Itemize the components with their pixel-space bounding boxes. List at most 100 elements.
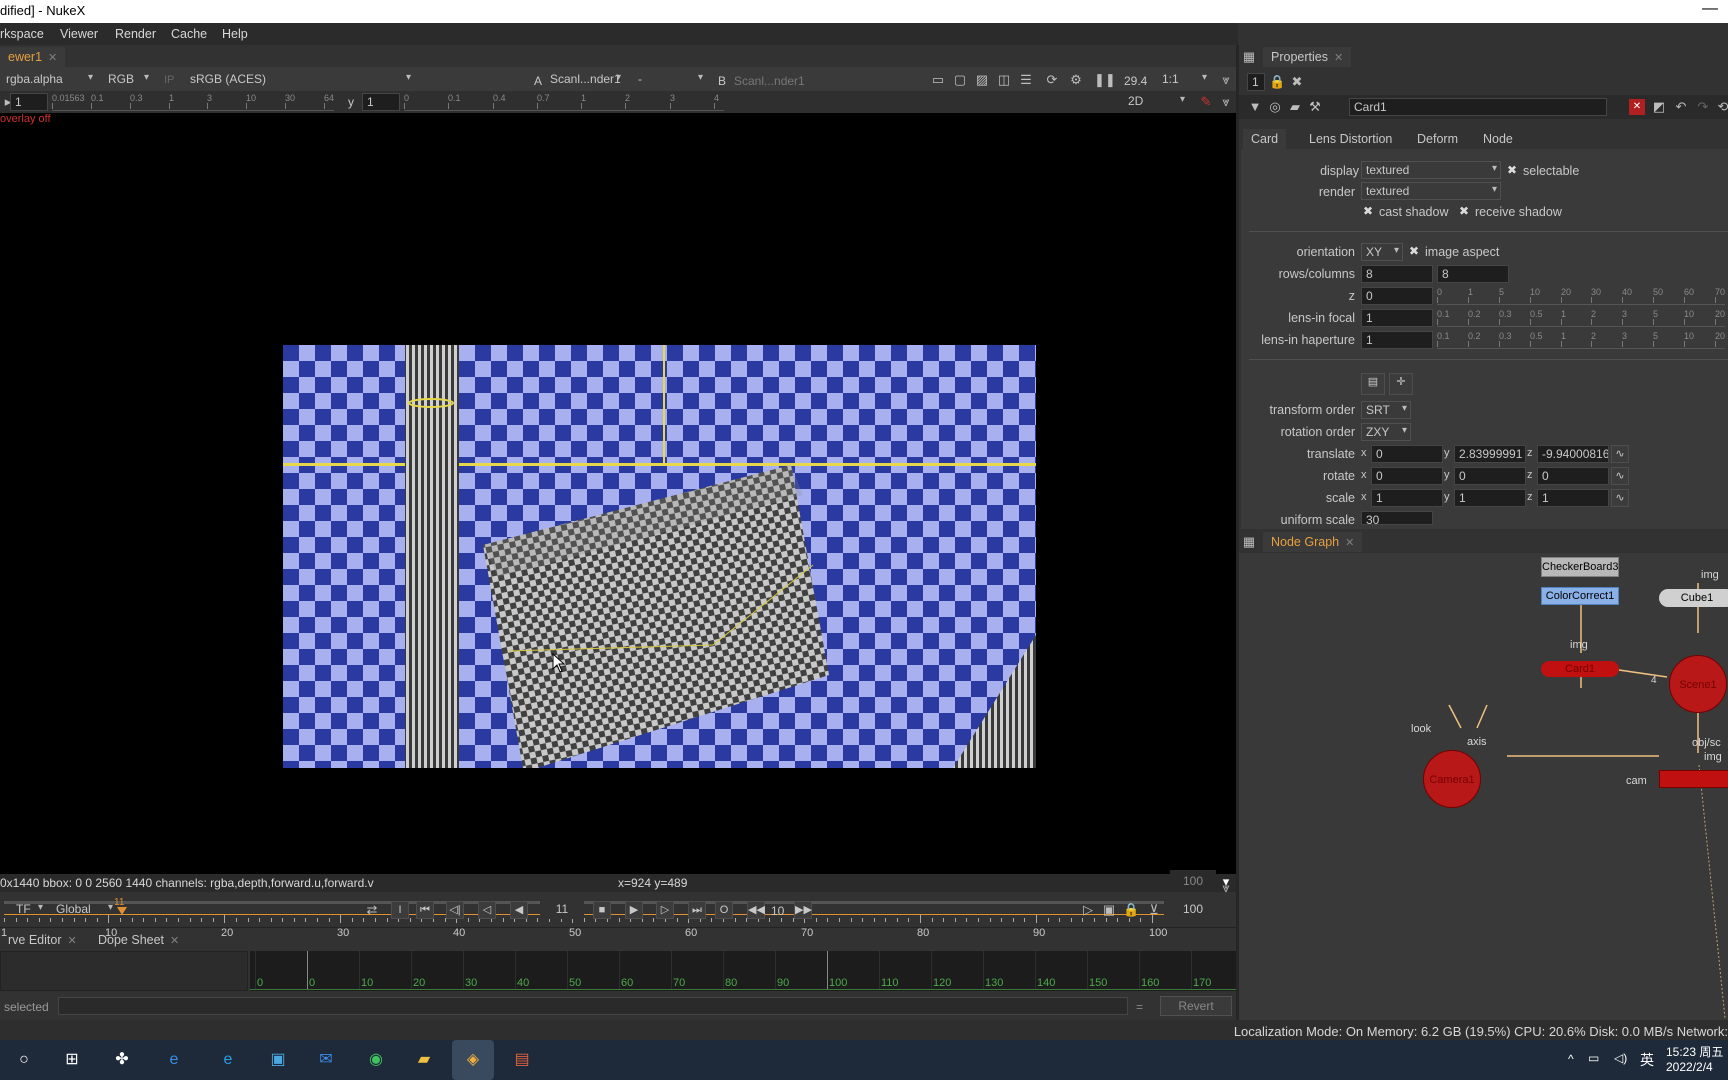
node-scene[interactable]: Scene1	[1669, 655, 1727, 713]
revert-button[interactable]: Revert	[1160, 996, 1232, 1016]
end-frame-top[interactable]: 100	[1170, 870, 1216, 892]
tab-dope-sheet[interactable]: Dope Sheet ✕	[90, 930, 187, 950]
dope-sheet-ruler[interactable]: 0 0 10 20 30 40 50 60 70 80 90 100 110 120 130 140 150 16…	[250, 951, 1236, 991]
tray-chevron-icon[interactable]: ^	[1568, 1052, 1574, 1066]
step-forward-icon[interactable]: ▷	[656, 901, 674, 919]
minimize-button[interactable]: —	[1702, 0, 1718, 18]
skip-forward-icon[interactable]: ▶▶	[794, 901, 812, 919]
clock-date[interactable]: 2022/2/4	[1666, 1060, 1713, 1074]
close-panel-icon[interactable]: ✕	[1629, 99, 1645, 115]
gain-field[interactable]: 1	[10, 93, 48, 111]
gain-slider[interactable]: 0.01563 0.1 0.3 1 3 10 30 64	[52, 93, 334, 111]
viewer-canvas[interactable]: overlay off	[0, 113, 1236, 874]
global-dropdown[interactable]: Global	[52, 901, 116, 919]
skip-step-value[interactable]: 10	[771, 904, 784, 918]
image-aspect-checkbox[interactable]: ✖	[1409, 244, 1419, 258]
close-icon-4[interactable]: ✕	[1334, 52, 1343, 64]
a-input-dropdown[interactable]: Scanl...nder1	[546, 71, 624, 89]
translate-curve-icon[interactable]: ∿	[1611, 445, 1629, 463]
tab-card[interactable]: Card	[1243, 129, 1287, 149]
file-explorer-icon[interactable]: ▰	[410, 1046, 438, 1074]
start-icon[interactable]: ○	[10, 1046, 38, 1074]
tab-properties[interactable]: Properties ✕	[1263, 47, 1352, 67]
tab-node-graph[interactable]: Node Graph ✕	[1263, 532, 1363, 552]
step-back-icon[interactable]: ◁	[478, 901, 496, 919]
rotate-z-field[interactable]: 0	[1537, 467, 1609, 485]
render-dropdown[interactable]: textured	[1361, 182, 1501, 200]
node-colorcorrect[interactable]: ColorCorrect1	[1541, 587, 1619, 605]
lock-icon[interactable]: 🔒	[1123, 902, 1139, 918]
loop-icon[interactable]: ⇄	[364, 902, 380, 918]
chevron-down-icon[interactable]: ⩔	[1218, 72, 1234, 88]
node-name-field[interactable]: Card1	[1349, 98, 1607, 116]
refresh-icon[interactable]: ⟳	[1044, 72, 1060, 88]
tf-dropdown[interactable]: TF	[12, 901, 46, 919]
ip-button[interactable]: IP	[164, 74, 174, 86]
node-scanline-render[interactable]	[1659, 770, 1728, 788]
ie-icon[interactable]: e	[160, 1046, 188, 1074]
scale-z-field[interactable]: 1	[1537, 489, 1609, 507]
prev-keyframe-icon[interactable]: ◁|	[446, 901, 464, 919]
node-card[interactable]: Card1	[1541, 661, 1619, 677]
translate-y-field[interactable]: 2.83999991	[1454, 445, 1526, 463]
expression-field[interactable]	[58, 997, 1128, 1015]
revert-icon[interactable]: ⟲	[1715, 99, 1728, 115]
panel-menu-icon[interactable]: ▦	[1241, 49, 1257, 65]
uniform-scale-field[interactable]: 30	[1361, 511, 1433, 525]
gamma-field[interactable]: 1	[362, 93, 400, 111]
flipbook-icon[interactable]: ▷	[1080, 902, 1096, 918]
pen-icon[interactable]: ✎	[1198, 94, 1214, 110]
network-icon[interactable]: ▭	[1588, 1051, 1599, 1065]
close-icon-2[interactable]: ✕	[68, 935, 77, 947]
tab-deform[interactable]: Deform	[1409, 129, 1466, 149]
undo-icon[interactable]: ↶	[1673, 99, 1689, 115]
play-forward-icon[interactable]: ▶	[625, 901, 643, 919]
gamma-slider[interactable]: 0 0.1 0.4 0.7 1 2 3 4	[404, 93, 724, 111]
view-mode-dropdown[interactable]: 2D	[1124, 93, 1188, 111]
translate-z-field[interactable]: -9.94000816	[1537, 445, 1609, 463]
tab-curve-editor[interactable]: rve Editor ✕	[0, 930, 85, 950]
cast-shadow-checkbox[interactable]: ✖	[1363, 204, 1373, 218]
rgb-dropdown[interactable]: RGB	[104, 71, 152, 89]
lock-icon-2[interactable]: 🔒	[1269, 74, 1285, 90]
end-frame-field[interactable]: 100	[1170, 901, 1216, 919]
float-icon[interactable]: ◩	[1651, 99, 1667, 115]
rows-field[interactable]: 8	[1361, 265, 1433, 283]
menu-cache[interactable]: Cache	[171, 27, 207, 41]
downrez-icon[interactable]: ◫	[996, 72, 1012, 88]
z-slider[interactable]: 0 1 5 10 20 30 40 50 60 70	[1437, 287, 1725, 305]
panel-menu-icon-2[interactable]: ▦	[1241, 534, 1257, 550]
store-icon[interactable]: ▣	[264, 1046, 292, 1074]
lens-in-focal-slider[interactable]: 0.1 0.2 0.3 0.5 1 2 3 5 10 20	[1437, 309, 1725, 327]
task-view-icon[interactable]: ⊞	[58, 1046, 86, 1074]
rotate-y-field[interactable]: 0	[1454, 467, 1526, 485]
node-cube[interactable]: Cube1	[1659, 589, 1728, 607]
ime-indicator[interactable]: 英	[1640, 1050, 1654, 1070]
close-icon-5[interactable]: ✕	[1345, 537, 1354, 549]
axis-handle-icon[interactable]: ✛	[1389, 373, 1413, 395]
display-dropdown[interactable]: textured	[1361, 161, 1501, 179]
gear-icon[interactable]: ⚙	[1068, 72, 1084, 88]
columns-field[interactable]: 8	[1437, 265, 1509, 283]
tab-node[interactable]: Node	[1475, 129, 1521, 149]
color-icon[interactable]: ▰	[1287, 99, 1303, 115]
selectable-checkbox[interactable]: ✖	[1507, 163, 1517, 177]
translate-x-field[interactable]: 0	[1371, 445, 1443, 463]
lines-icon[interactable]: ☰	[1018, 72, 1034, 88]
clear-icon[interactable]: ✖	[1289, 74, 1305, 90]
center-node-icon[interactable]: ◎	[1267, 99, 1283, 115]
cache-icon[interactable]: ⊻	[1146, 902, 1162, 918]
close-icon[interactable]: ✕	[48, 52, 57, 64]
skip-back-icon[interactable]: ◀◀	[747, 901, 765, 919]
rotate-curve-icon[interactable]: ∿	[1611, 467, 1629, 485]
receive-shadow-checkbox[interactable]: ✖	[1459, 204, 1469, 218]
menu-help[interactable]: Help	[222, 27, 248, 41]
mask-icon[interactable]: ▢	[952, 72, 968, 88]
roi-icon[interactable]: ▭	[930, 72, 946, 88]
chevron-down-icon-2[interactable]: ⩔	[1218, 94, 1234, 110]
channels-dropdown[interactable]: rgba.alpha	[2, 71, 96, 89]
volume-icon[interactable]: ◁)	[1614, 1051, 1627, 1065]
node-checkerboard[interactable]: CheckerBoard3	[1541, 557, 1619, 577]
menu-render[interactable]: Render	[115, 27, 156, 41]
wrench-icon[interactable]: ⚒	[1307, 99, 1323, 115]
